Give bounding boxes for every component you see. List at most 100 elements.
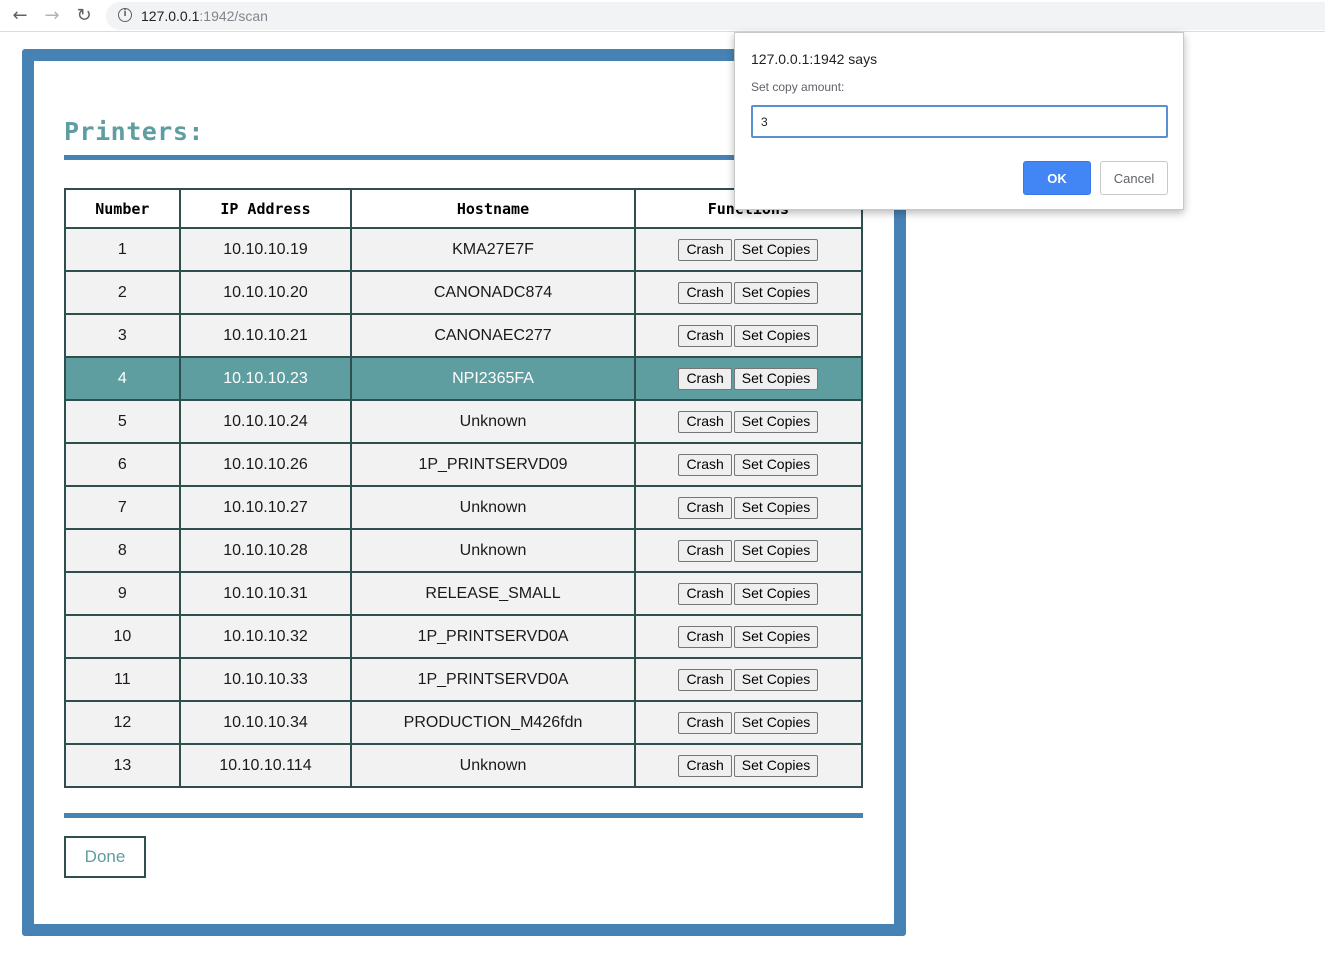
set-copies-button[interactable]: Set Copies xyxy=(733,582,819,605)
row-ip-address: 10.10.10.32 xyxy=(178,614,353,659)
set-copies-button[interactable]: Set Copies xyxy=(733,754,819,777)
table-row[interactable]: 5 10.10.10.24 Unknown Crash Set Copies xyxy=(64,399,864,444)
row-functions: Crash Set Copies xyxy=(633,356,864,401)
row-ip-address: 10.10.10.19 xyxy=(178,227,353,272)
row-number: 5 xyxy=(64,399,181,444)
row-ip-address: 10.10.10.27 xyxy=(178,485,353,530)
dialog-message: Set copy amount: xyxy=(751,80,845,94)
set-copies-button[interactable]: Set Copies xyxy=(733,711,819,734)
set-copies-button[interactable]: Set Copies xyxy=(733,453,819,476)
table-row[interactable]: 6 10.10.10.26 1P_PRINTSERVD09 Crash Set Copi… xyxy=(64,442,864,487)
set-copies-button[interactable]: Set Copies xyxy=(733,668,819,691)
row-number: 10 xyxy=(64,614,181,659)
info-icon[interactable]: i xyxy=(118,8,132,22)
crash-button[interactable]: Crash xyxy=(678,582,732,605)
header-ip-address: IP Address xyxy=(178,188,353,229)
row-ip-address: 10.10.10.20 xyxy=(178,270,353,315)
row-hostname: 1P_PRINTSERVD0A xyxy=(350,657,636,702)
row-functions: Crash Set Copies xyxy=(633,313,864,358)
row-functions: Crash Set Copies xyxy=(633,227,864,272)
crash-button[interactable]: Crash xyxy=(678,496,732,519)
row-hostname: Unknown xyxy=(350,743,636,788)
row-hostname: 1P_PRINTSERVD09 xyxy=(350,442,636,487)
browser-toolbar: ← → ↻ i 127.0.0.1:1942/scan xyxy=(0,0,1325,32)
row-hostname: KMA27E7F xyxy=(350,227,636,272)
ok-button[interactable]: OK xyxy=(1023,161,1091,195)
table-row[interactable]: 7 10.10.10.27 Unknown Crash Set Copies xyxy=(64,485,864,530)
set-copies-button[interactable]: Set Copies xyxy=(733,539,819,562)
table-row[interactable]: 4 10.10.10.23 NPI2365FA Crash Set Copies xyxy=(64,356,864,401)
row-hostname: NPI2365FA xyxy=(350,356,636,401)
url-text: 127.0.0.1:1942/scan xyxy=(141,8,268,24)
table-row[interactable]: 3 10.10.10.21 CANONAEC277 Crash Set Copies xyxy=(64,313,864,358)
url-host: 127.0.0.1 xyxy=(141,8,200,24)
set-copies-button[interactable]: Set Copies xyxy=(733,367,819,390)
row-ip-address: 10.10.10.24 xyxy=(178,399,353,444)
set-copies-button[interactable]: Set Copies xyxy=(733,496,819,519)
cancel-button[interactable]: Cancel xyxy=(1100,161,1168,195)
crash-button[interactable]: Crash xyxy=(678,453,732,476)
row-number: 1 xyxy=(64,227,181,272)
set-copies-button[interactable]: Set Copies xyxy=(733,238,819,261)
row-number: 7 xyxy=(64,485,181,530)
row-hostname: RELEASE_SMALL xyxy=(350,571,636,616)
row-hostname: Unknown xyxy=(350,528,636,573)
row-ip-address: 10.10.10.26 xyxy=(178,442,353,487)
table-row[interactable]: 13 10.10.10.114 Unknown Crash Set Copies xyxy=(64,743,864,788)
row-number: 9 xyxy=(64,571,181,616)
header-hostname: Hostname xyxy=(350,188,636,229)
row-functions: Crash Set Copies xyxy=(633,442,864,487)
back-arrow-icon[interactable]: ← xyxy=(8,4,32,28)
row-number: 11 xyxy=(64,657,181,702)
printers-table: Number IP Address Hostname Functions 110… xyxy=(64,188,864,788)
row-ip-address: 10.10.10.114 xyxy=(178,743,353,788)
forward-arrow-icon[interactable]: → xyxy=(40,4,64,28)
dialog-title: 127.0.0.1:1942 says xyxy=(751,51,878,67)
crash-button[interactable]: Crash xyxy=(678,668,732,691)
table-row[interactable]: 10 10.10.10.32 1P_PRINTSERVD0A Crash Set Cop… xyxy=(64,614,864,659)
row-number: 4 xyxy=(64,356,181,401)
set-copies-button[interactable]: Set Copies xyxy=(733,410,819,433)
row-functions: Crash Set Copies xyxy=(633,399,864,444)
row-functions: Crash Set Copies xyxy=(633,528,864,573)
row-functions: Crash Set Copies xyxy=(633,270,864,315)
set-copies-button[interactable]: Set Copies xyxy=(733,281,819,304)
row-functions: Crash Set Copies xyxy=(633,571,864,616)
row-hostname: Unknown xyxy=(350,399,636,444)
row-number: 6 xyxy=(64,442,181,487)
set-copies-button[interactable]: Set Copies xyxy=(733,324,819,347)
row-hostname: CANONADC874 xyxy=(350,270,636,315)
crash-button[interactable]: Crash xyxy=(678,754,732,777)
copy-amount-input[interactable] xyxy=(751,105,1168,138)
crash-button[interactable]: Crash xyxy=(678,281,732,304)
crash-button[interactable]: Crash xyxy=(678,410,732,433)
row-ip-address: 10.10.10.33 xyxy=(178,657,353,702)
row-ip-address: 10.10.10.23 xyxy=(178,356,353,401)
row-number: 13 xyxy=(64,743,181,788)
row-number: 12 xyxy=(64,700,181,745)
row-number: 8 xyxy=(64,528,181,573)
crash-button[interactable]: Crash xyxy=(678,625,732,648)
row-number: 2 xyxy=(64,270,181,315)
crash-button[interactable]: Crash xyxy=(678,238,732,261)
set-copies-button[interactable]: Set Copies xyxy=(733,625,819,648)
row-functions: Crash Set Copies xyxy=(633,485,864,530)
prompt-dialog: 127.0.0.1:1942 says Set copy amount: OK … xyxy=(734,32,1184,210)
row-hostname: PRODUCTION_M426fdn xyxy=(350,700,636,745)
row-hostname: Unknown xyxy=(350,485,636,530)
table-row[interactable]: 12 10.10.10.34 PRODUCTION_M426fdn Crash Set … xyxy=(64,700,864,745)
row-ip-address: 10.10.10.31 xyxy=(178,571,353,616)
done-button[interactable]: Done xyxy=(64,836,146,878)
address-bar[interactable]: i 127.0.0.1:1942/scan xyxy=(106,2,1325,30)
reload-icon[interactable]: ↻ xyxy=(72,4,96,28)
crash-button[interactable]: Crash xyxy=(678,324,732,347)
url-path: :1942/scan xyxy=(199,8,268,24)
table-row[interactable]: 9 10.10.10.31 RELEASE_SMALL Crash Set Copies xyxy=(64,571,864,616)
table-row[interactable]: 1 10.10.10.19 KMA27E7F Crash Set Copies xyxy=(64,227,864,272)
crash-button[interactable]: Crash xyxy=(678,711,732,734)
table-row[interactable]: 8 10.10.10.28 Unknown Crash Set Copies xyxy=(64,528,864,573)
crash-button[interactable]: Crash xyxy=(678,367,732,390)
table-row[interactable]: 2 10.10.10.20 CANONADC874 Crash Set Copies xyxy=(64,270,864,315)
table-row[interactable]: 11 10.10.10.33 1P_PRINTSERVD0A Crash Set Cop… xyxy=(64,657,864,702)
crash-button[interactable]: Crash xyxy=(678,539,732,562)
